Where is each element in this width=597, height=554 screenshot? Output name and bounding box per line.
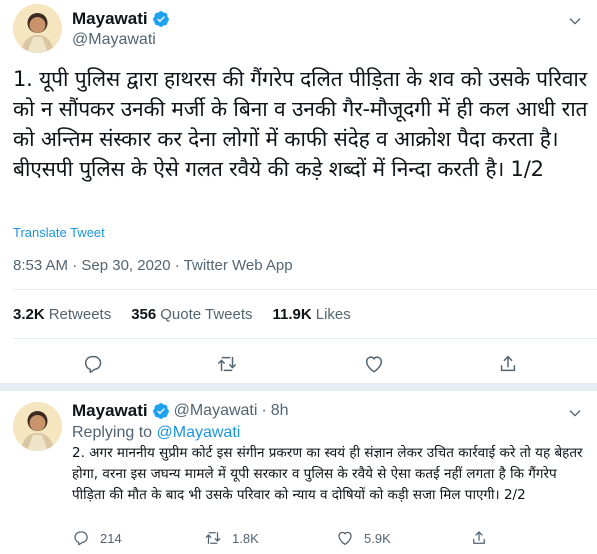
retweet-count: 1.8K (232, 530, 259, 546)
replying-to: Replying to @Mayawati (72, 424, 240, 442)
avatar-portrait-icon (13, 4, 62, 53)
replying-to-handle-link[interactable]: @Mayawati (157, 424, 241, 441)
share-icon (473, 531, 485, 544)
retweet-icon[interactable] (216, 353, 238, 375)
quote-tweets-count: 356 (131, 306, 157, 323)
retweets-count: 3.2K (13, 306, 45, 323)
likes-count: 11.9K (272, 306, 312, 323)
share-button[interactable] (470, 529, 498, 547)
reply-icon[interactable] (82, 353, 104, 375)
retweets-stat[interactable]: 3.2K Retweets (13, 306, 111, 323)
quote-tweets-label: Quote Tweets (160, 306, 253, 323)
quote-tweets-stat[interactable]: 356 Quote Tweets (131, 306, 252, 323)
translate-tweet-link[interactable]: Translate Tweet (13, 225, 105, 240)
tweet-timestamp[interactable]: 8:53 AM · Sep 30, 2020 · Twitter Web App (13, 257, 293, 274)
thread-separator (0, 383, 597, 391)
reply-button[interactable]: 214 (72, 529, 122, 547)
likes-stat[interactable]: 11.9K Likes (273, 306, 351, 323)
tweet-stats: 3.2K Retweets 356 Quote Tweets 11.9K Likes (13, 306, 371, 323)
tweet-text: 2. अगर माननीय सुप्रीम कोर्ट इस संगीन प्र… (72, 445, 583, 503)
reply-tweet[interactable]: Mayawati @Mayawati · 8h Replying to @May… (0, 391, 597, 554)
tweet-actions (0, 353, 597, 377)
author-handle[interactable]: @Mayawati (72, 31, 156, 49)
heart-icon (338, 531, 352, 546)
author-handle[interactable]: @Mayawati (174, 402, 258, 420)
likes-label: Likes (315, 306, 351, 323)
author-name[interactable]: Mayawati (72, 9, 170, 29)
verified-badge-icon (152, 11, 169, 27)
author-name-text[interactable]: Mayawati (72, 9, 148, 29)
tweet-time[interactable]: 8h (271, 402, 289, 420)
reply-icon (74, 531, 88, 546)
like-count: 5.9K (364, 530, 391, 546)
reply-header: Mayawati @Mayawati · 8h (72, 401, 289, 421)
avatar[interactable] (13, 4, 62, 53)
reply-actions: 214 1.8K 5.9K (72, 529, 592, 549)
reply-count: 214 (100, 530, 122, 546)
heart-icon[interactable] (363, 353, 385, 375)
retweet-button[interactable]: 1.8K (204, 529, 259, 547)
chevron-down-icon[interactable] (567, 13, 583, 29)
author-name[interactable]: Mayawati (72, 401, 148, 421)
main-tweet: Mayawati @Mayawati 1. यूपी पुलिस द्वारा … (0, 0, 597, 383)
share-icon[interactable] (497, 353, 519, 375)
divider (13, 338, 597, 339)
retweets-label: Retweets (48, 306, 112, 323)
retweet-icon (205, 532, 221, 544)
avatar-portrait-icon (13, 402, 62, 451)
separator-dot: · (261, 402, 267, 419)
chevron-down-icon[interactable] (567, 405, 583, 421)
verified-badge-icon (152, 403, 169, 419)
like-button[interactable]: 5.9K (336, 529, 391, 547)
avatar[interactable] (13, 402, 62, 451)
tweet-text: 1. यूपी पुलिस द्वारा हाथरस की गैंगरेप दल… (13, 67, 588, 181)
divider (13, 289, 597, 290)
replying-to-prefix: Replying to (72, 424, 153, 441)
